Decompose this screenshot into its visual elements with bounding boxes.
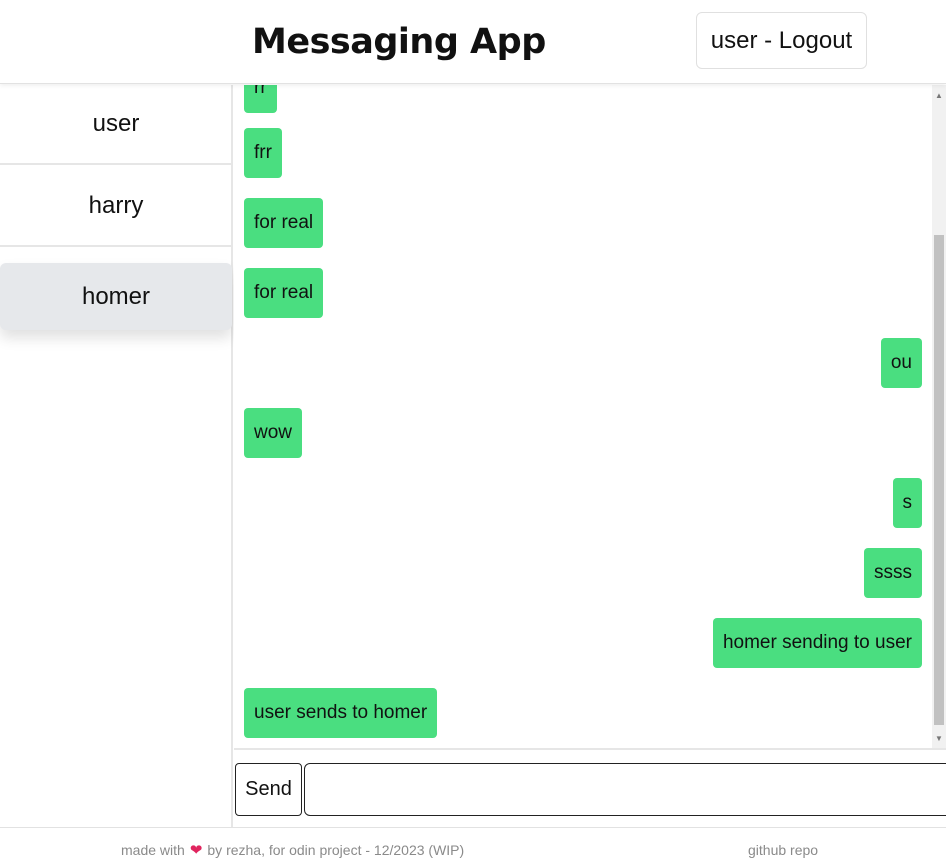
- heart-icon: ❤: [189, 841, 203, 859]
- page-title: Messaging App: [252, 22, 546, 62]
- chevron-up-icon[interactable]: ▲: [932, 88, 946, 102]
- footer-made-with: made with: [121, 842, 185, 858]
- message-bubble: ou: [880, 338, 922, 388]
- github-repo-link[interactable]: github repo: [748, 842, 818, 858]
- message-composer: Send: [234, 748, 946, 827]
- message-input[interactable]: [304, 763, 946, 816]
- app-header: Messaging App user - Logout: [0, 0, 946, 84]
- message-list-scrollbar[interactable]: ▲ ▼: [932, 85, 946, 748]
- message-bubble: wow: [244, 408, 303, 458]
- contact-label: harry: [88, 192, 144, 219]
- footer-credit: made with ❤ by rezha, for odin project -…: [121, 842, 464, 858]
- message-bubble: user sends to homer: [244, 688, 438, 738]
- message-bubble: rr: [244, 85, 277, 113]
- footer-author: by rezha, for odin project - 12/2023 (WI…: [207, 842, 465, 858]
- contact-item-homer[interactable]: homer: [0, 263, 232, 330]
- message-bubble: ssss: [864, 548, 922, 598]
- page-footer: made with ❤ by rezha, for odin project -…: [0, 827, 946, 867]
- message-bubble: for real: [244, 198, 324, 248]
- message-bubble: homer sending to user: [712, 618, 922, 668]
- message-bubble: frr: [244, 128, 282, 178]
- contact-sidebar: user harry homer: [0, 85, 233, 827]
- send-button[interactable]: Send: [235, 763, 302, 816]
- message-bubble: s: [892, 478, 922, 528]
- contact-item-harry[interactable]: harry: [0, 167, 232, 247]
- chevron-down-icon[interactable]: ▼: [932, 731, 946, 745]
- message-list[interactable]: rr frr for real for real ou wow s ssss h…: [234, 85, 946, 748]
- logout-button[interactable]: user - Logout: [696, 12, 867, 69]
- scrollbar-thumb[interactable]: [934, 235, 944, 725]
- message-bubble: for real: [244, 268, 324, 318]
- contact-label: homer: [81, 282, 151, 310]
- contact-label: user: [92, 110, 140, 137]
- contact-item-user[interactable]: user: [0, 85, 232, 165]
